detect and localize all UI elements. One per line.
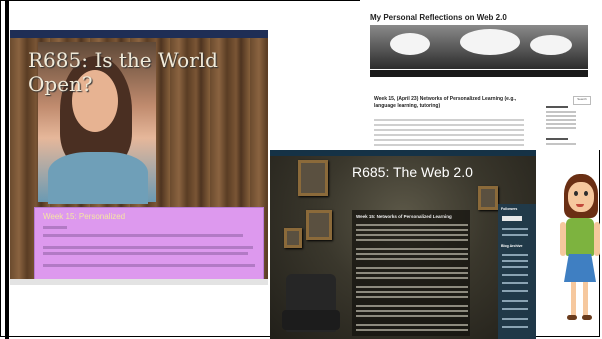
blog-nav-bar [10,30,268,38]
follow-button[interactable] [502,216,522,221]
wall-frame-picture [306,210,332,240]
wall-frame-picture [478,186,498,210]
blog-screenshot-white: My Personal Reflections on Web 2.0 Week … [360,0,600,150]
left-edge-bar [5,0,9,339]
blog-title: R685: The Web 2.0 [352,164,473,180]
blossom-header-image [370,25,588,69]
blog-nav-bar [270,150,536,156]
blog-title: My Personal Reflections on Web 2.0 [370,13,507,22]
search-button[interactable]: Search [573,96,591,105]
blog-title: R685: Is the World Open? [28,48,218,96]
horizontal-scrollbar[interactable] [10,279,268,285]
blog-post: Week 15: Networks of Personalized Learni… [352,210,470,336]
blog-sidebar: Followers Blog Archive [498,204,536,339]
cartoon-girl-illustration [556,160,602,339]
wall-frame-picture [284,228,302,248]
post-title[interactable]: Week 15, (April 23) Networks of Personal… [374,96,524,110]
post-title[interactable]: Week 15: Networks of Personalized Learni… [356,214,468,219]
post-title[interactable]: Week 15: Personalized [43,212,125,221]
blog-screenshot-wood: R685: Is the World Open? Week 15: Person… [10,30,268,279]
wall-frame-picture [298,160,328,196]
blog-screenshot-dark: R685: The Web 2.0 Week 15: Networks of P… [270,150,536,339]
blog-nav-bar [370,70,588,77]
blog-post: Week 15: Personalized [34,207,264,279]
